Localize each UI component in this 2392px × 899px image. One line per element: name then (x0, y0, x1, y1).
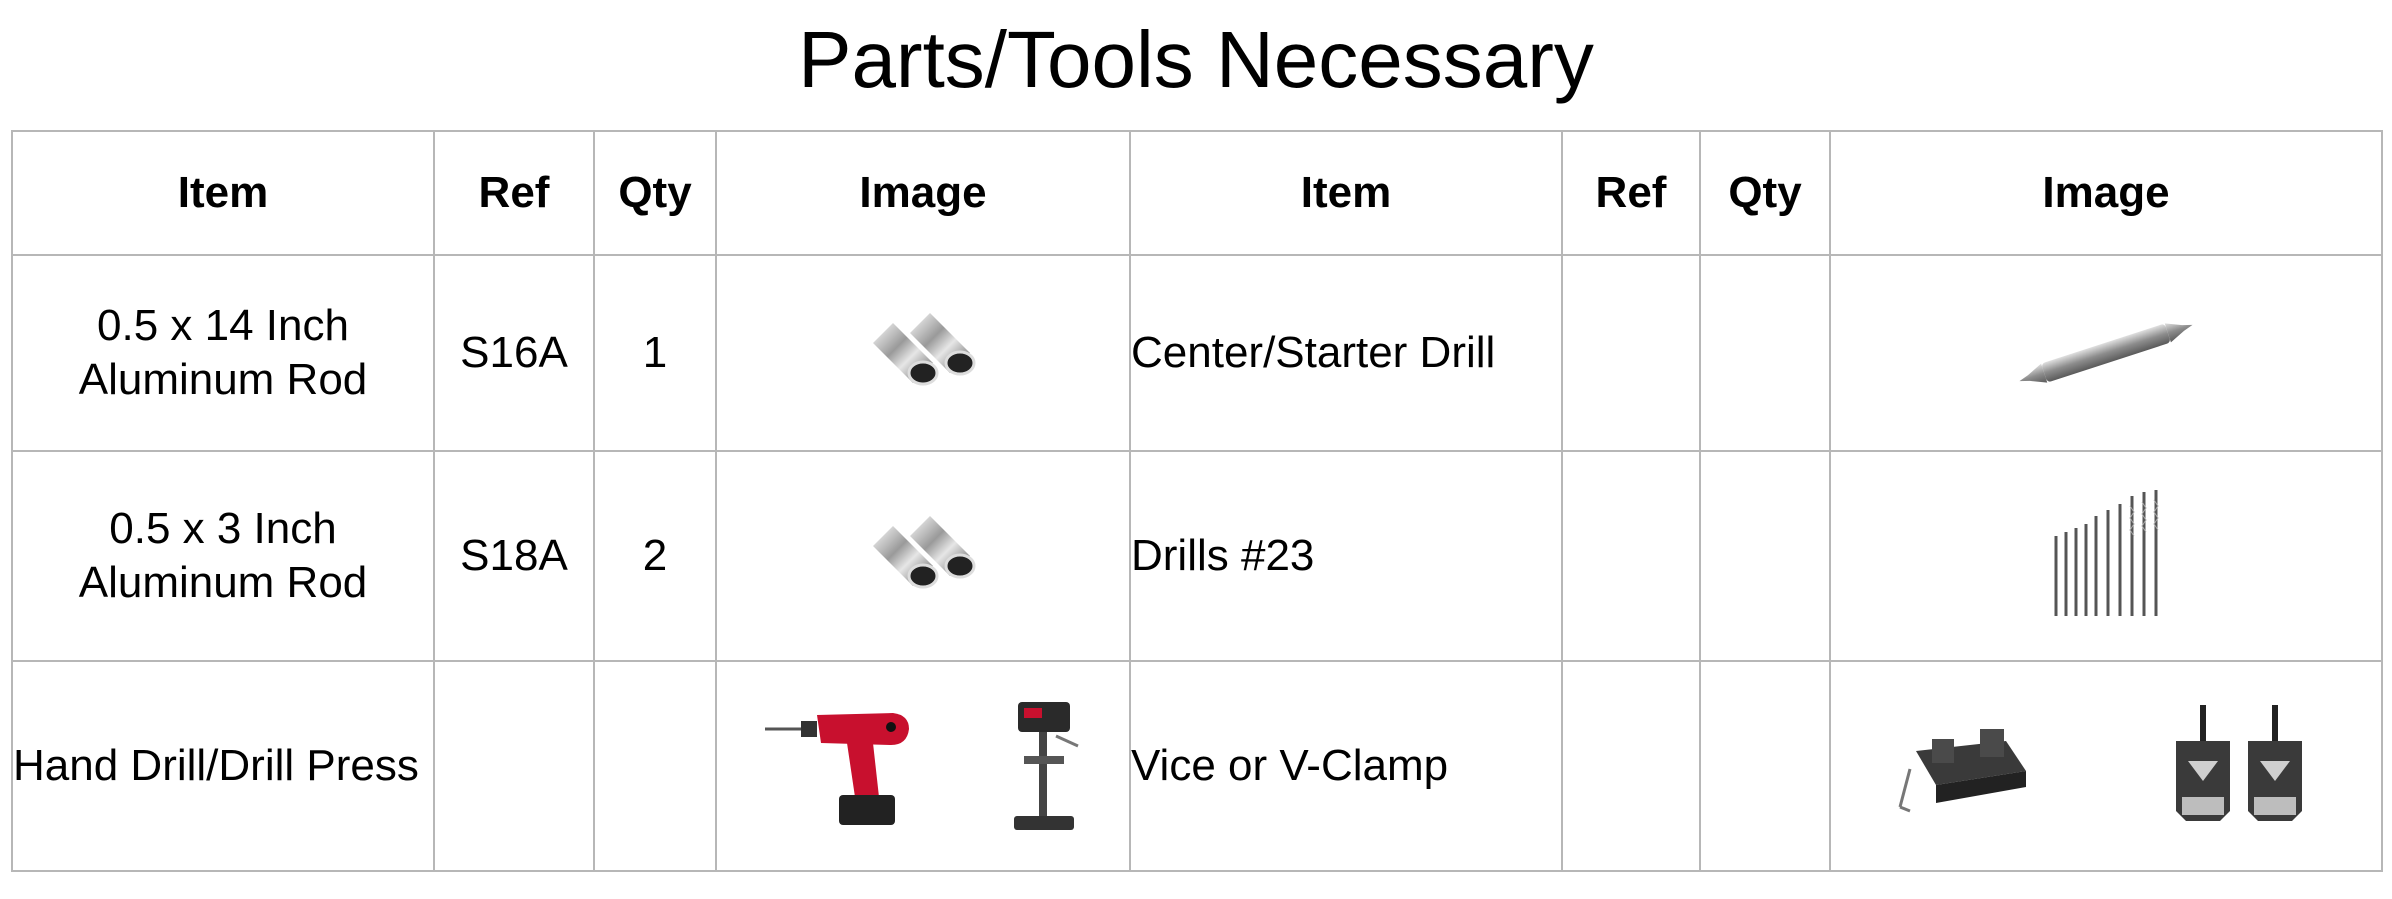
item-cell: 0.5 x 14 Inch Aluminum Rod (11, 254, 435, 452)
v-clamp-icon (2176, 705, 2302, 821)
header-ref: Ref (1561, 130, 1701, 256)
header-item: Item (1129, 130, 1563, 256)
image-cell (1829, 660, 2383, 872)
image-cell (1829, 254, 2383, 452)
ref-cell (1561, 450, 1701, 662)
page-title: Parts/Tools Necessary (798, 15, 1594, 104)
header-ref: Ref (433, 130, 595, 256)
center-drill-icon (2019, 323, 2193, 383)
aluminum-rods-icon (873, 313, 976, 386)
header-qty: Qty (593, 130, 717, 256)
qty-cell: 1 (593, 254, 717, 452)
header-qty: Qty (1699, 130, 1831, 256)
ref-cell (1561, 254, 1701, 452)
image-cell (715, 254, 1131, 452)
ref-cell (433, 660, 595, 872)
parts-table: Item Ref Qty Image Item Ref Qty Image 0.… (11, 130, 2383, 872)
header-image: Image (1829, 130, 2383, 256)
table-row: Hand Drill/Drill Press Vice or V-Clamp (11, 660, 2383, 872)
item-cell: Center/Starter Drill (1129, 254, 1563, 452)
vice-icon (1898, 729, 2026, 813)
header-row: Item Ref Qty Image Item Ref Qty Image (11, 130, 2383, 256)
drill-bits-icon (2054, 490, 2159, 616)
image-cell (715, 450, 1131, 662)
table-row: 0.5 x 14 Inch Aluminum Rod S16A 1 Center… (11, 254, 2383, 452)
qty-cell (1699, 254, 1831, 452)
item-cell: Hand Drill/Drill Press (11, 660, 435, 872)
hand-drill-icon (764, 713, 909, 825)
image-cell (715, 660, 1131, 872)
item-cell: 0.5 x 3 Inch Aluminum Rod (11, 450, 435, 662)
header-item: Item (11, 130, 435, 256)
qty-cell: 2 (593, 450, 717, 662)
qty-cell (593, 660, 717, 872)
header-image: Image (715, 130, 1131, 256)
image-cell (1829, 450, 2383, 662)
qty-cell (1699, 450, 1831, 662)
item-cell: Drills #23 (1129, 450, 1563, 662)
ref-cell: S18A (433, 450, 595, 662)
drill-press-icon (1013, 702, 1079, 830)
ref-cell: S16A (433, 254, 595, 452)
item-cell: Vice or V-Clamp (1129, 660, 1563, 872)
table-row: 0.5 x 3 Inch Aluminum Rod S18A 2 Drills … (11, 450, 2383, 662)
qty-cell (1699, 660, 1831, 872)
aluminum-rods-icon (873, 516, 976, 589)
ref-cell (1561, 660, 1701, 872)
